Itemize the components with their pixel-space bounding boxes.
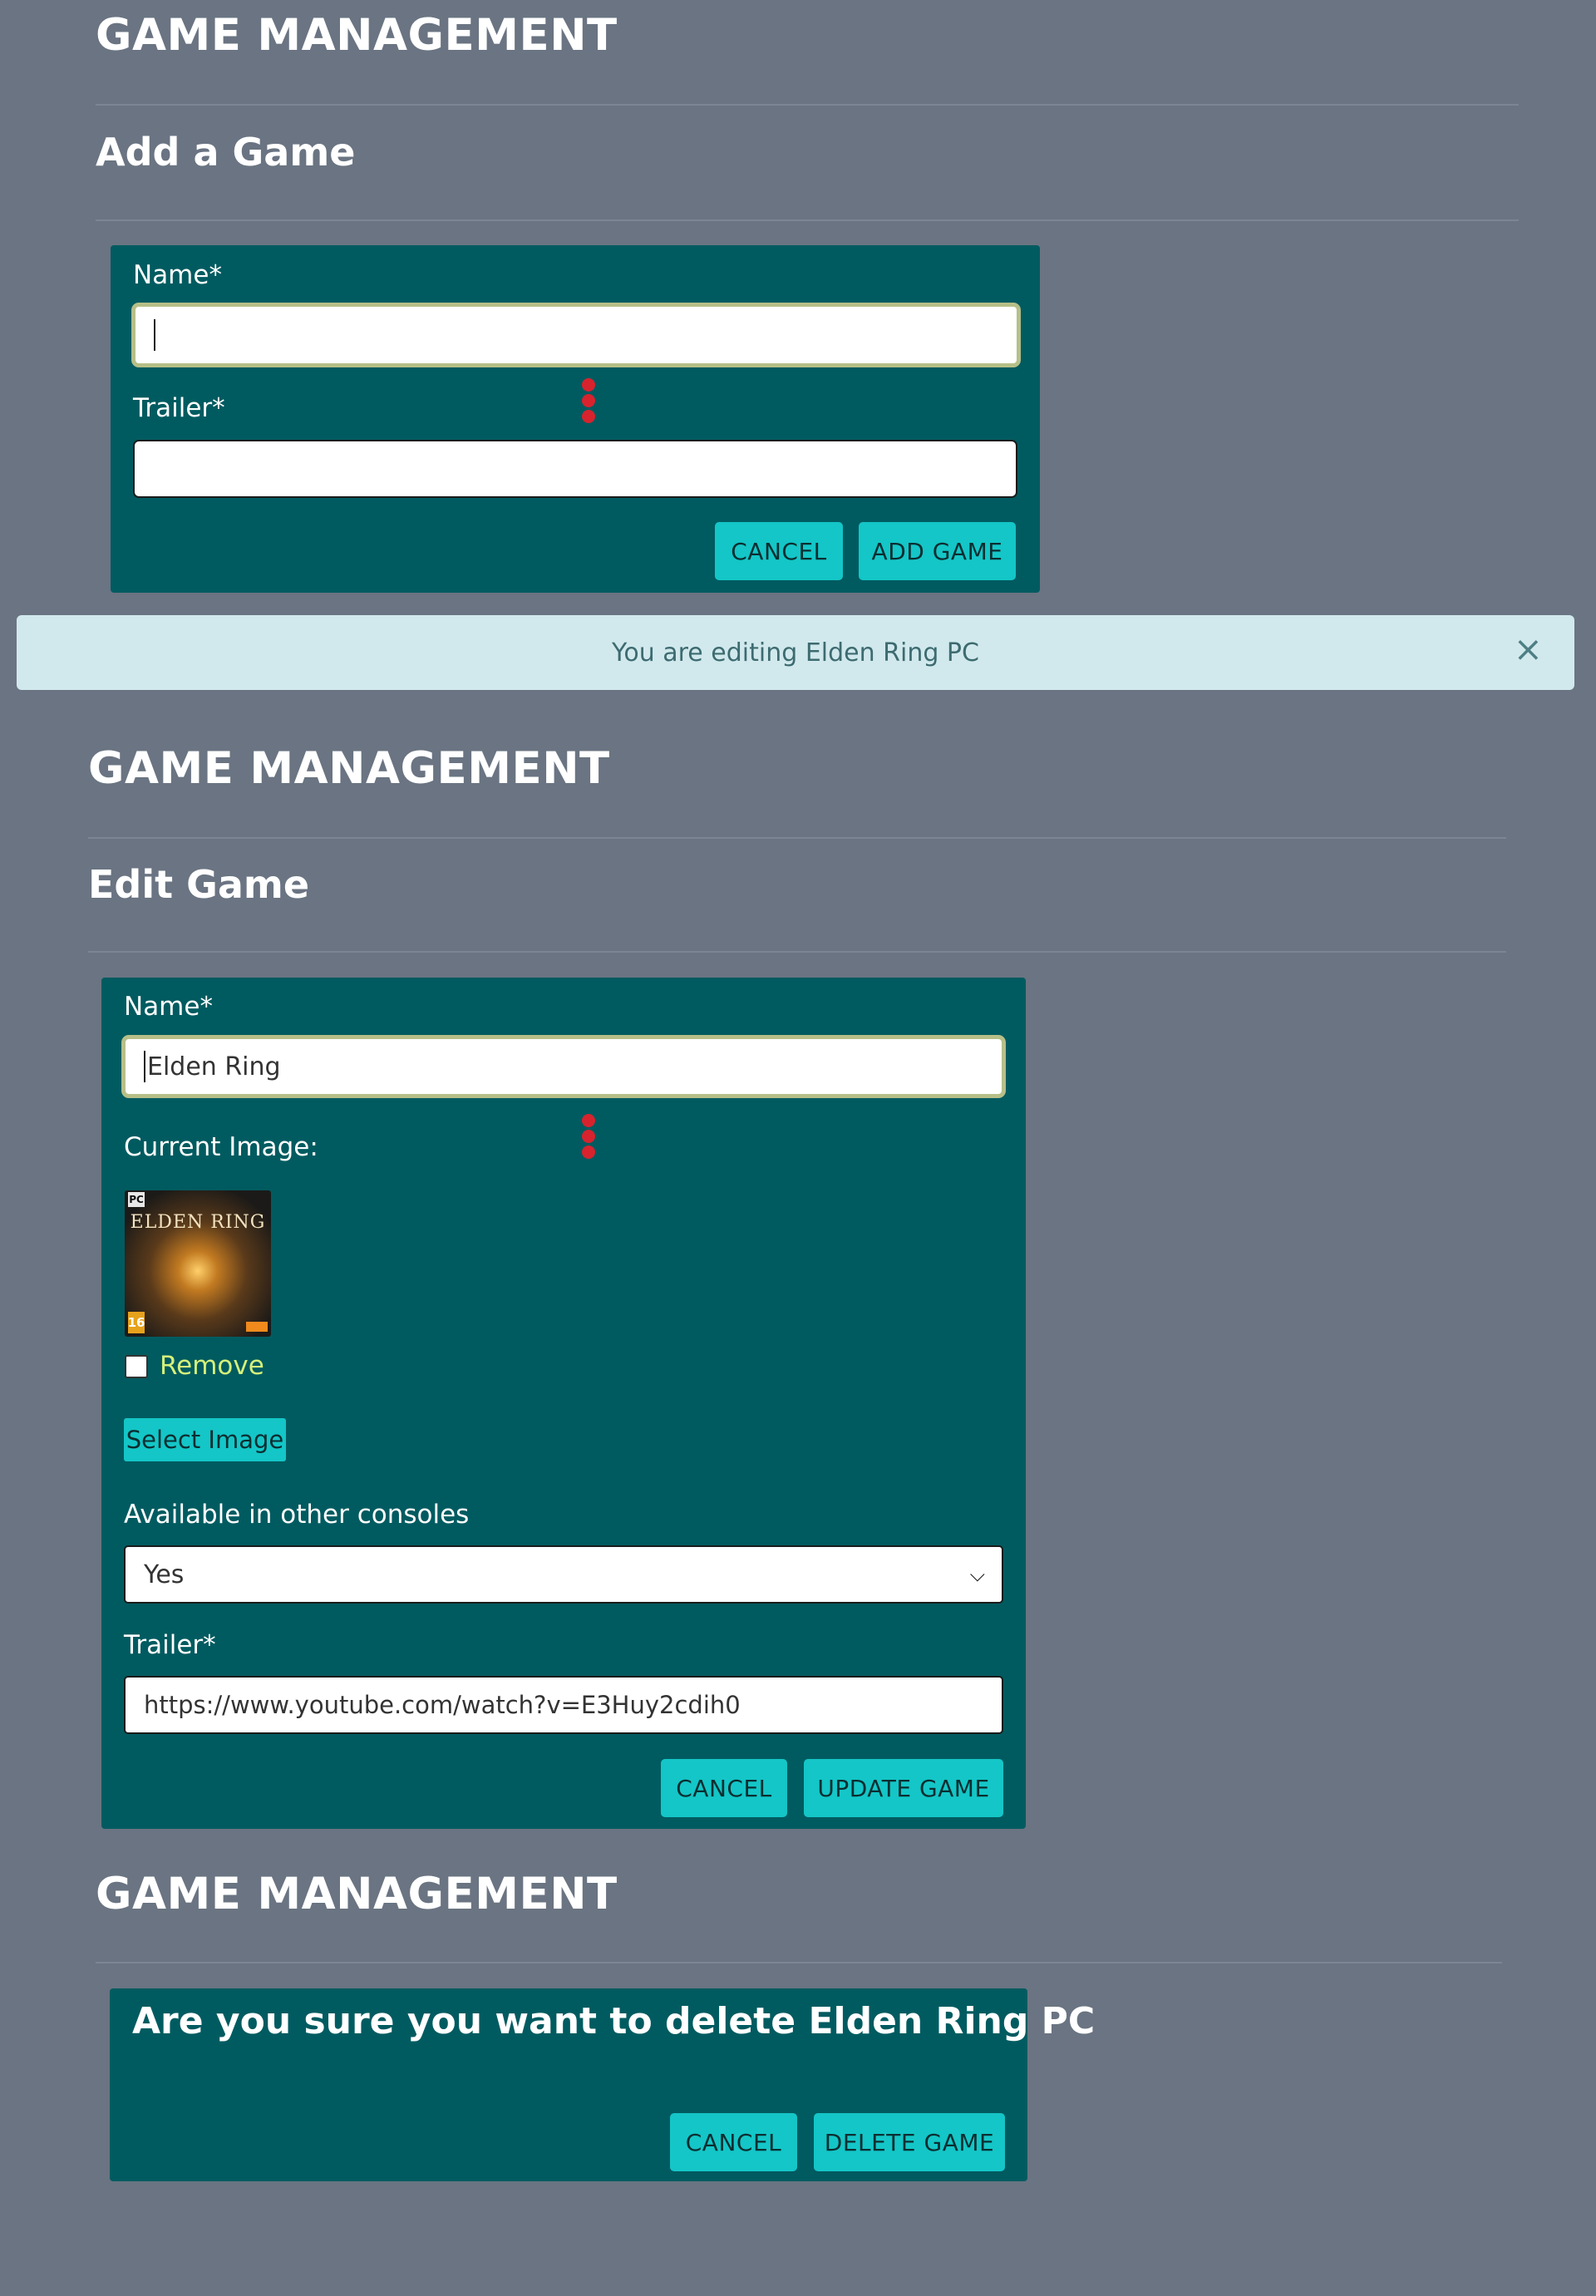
- name-input-value: Elden Ring: [147, 1052, 281, 1081]
- alert-message: You are editing Elden Ring PC: [612, 638, 979, 668]
- trailer-input[interactable]: [133, 440, 1017, 498]
- consoles-label: Available in other consoles: [124, 1500, 470, 1530]
- trailer-label: Trailer*: [124, 1630, 216, 1660]
- form-title: Edit Game: [88, 862, 310, 907]
- update-game-button[interactable]: UPDATE GAME: [804, 1759, 1003, 1817]
- divider: [88, 951, 1506, 953]
- page-title: GAME MANAGEMENT: [96, 1869, 618, 1919]
- delete-game-button[interactable]: DELETE GAME: [814, 2113, 1005, 2171]
- platform-badge: PC: [128, 1192, 145, 1207]
- name-input[interactable]: [131, 303, 1021, 367]
- name-input[interactable]: Elden Ring: [121, 1035, 1006, 1098]
- divider: [96, 219, 1519, 221]
- add-game-button[interactable]: ADD GAME: [859, 522, 1016, 580]
- select-image-button[interactable]: Select Image: [124, 1418, 286, 1461]
- divider: [96, 1962, 1502, 1963]
- drag-handle-icon[interactable]: [582, 1114, 595, 1161]
- consoles-select[interactable]: Yes ⌵: [124, 1545, 1003, 1604]
- current-image-label: Current Image:: [124, 1132, 318, 1162]
- cancel-button[interactable]: CANCEL: [670, 2113, 797, 2171]
- name-label: Name*: [124, 992, 213, 1022]
- game-cover-image: PC ELDEN RING 16: [125, 1190, 271, 1337]
- drag-handle-icon[interactable]: [582, 378, 595, 426]
- close-icon[interactable]: ×: [1514, 632, 1543, 667]
- divider: [88, 837, 1506, 839]
- trailer-input-value: https://www.youtube.com/watch?v=E3Huy2cd…: [144, 1691, 741, 1719]
- remove-label[interactable]: Remove: [160, 1353, 264, 1379]
- form-title: Add a Game: [96, 130, 356, 175]
- divider: [96, 104, 1519, 106]
- delete-confirm-text: Are you sure you want to delete Elden Ri…: [132, 2000, 1096, 2042]
- name-label: Name*: [133, 260, 222, 290]
- cancel-button[interactable]: CANCEL: [715, 522, 843, 580]
- text-caret: [144, 1051, 145, 1082]
- chevron-down-icon: ⌵: [969, 1563, 985, 1586]
- editing-alert: You are editing Elden Ring PC ×: [17, 615, 1574, 690]
- page-title: GAME MANAGEMENT: [96, 10, 618, 61]
- page-title: GAME MANAGEMENT: [88, 743, 610, 794]
- trailer-input[interactable]: https://www.youtube.com/watch?v=E3Huy2cd…: [124, 1676, 1003, 1734]
- text-caret: [154, 319, 155, 351]
- publisher-logo: [246, 1322, 268, 1332]
- cancel-button[interactable]: CANCEL: [661, 1759, 787, 1817]
- cover-title: ELDEN RING: [130, 1212, 266, 1233]
- trailer-label: Trailer*: [133, 393, 225, 423]
- age-rating-badge: 16: [128, 1312, 145, 1333]
- remove-image-checkbox[interactable]: [125, 1355, 148, 1378]
- consoles-select-value: Yes: [144, 1559, 185, 1589]
